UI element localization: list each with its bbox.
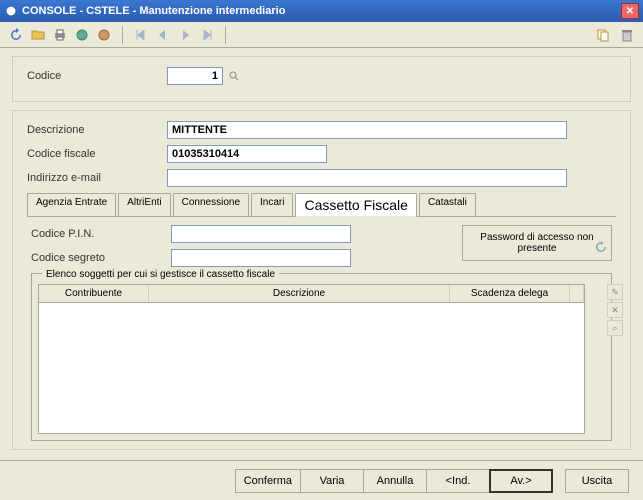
uscita-button[interactable]: Uscita	[565, 469, 629, 493]
elenco-grid[interactable]: Contribuente Descrizione Scadenza delega	[38, 284, 585, 434]
refresh-icon[interactable]	[6, 25, 26, 45]
tab-catastali[interactable]: Catastali	[419, 193, 476, 216]
pin-label: Codice P.I.N.	[31, 228, 171, 240]
conferma-button[interactable]: Conferma	[235, 469, 301, 493]
folder-icon[interactable]	[28, 25, 48, 45]
app-icon	[4, 4, 18, 18]
codice-input[interactable]	[167, 67, 223, 85]
nav-next-icon[interactable]	[175, 25, 195, 45]
refresh-password-icon[interactable]	[595, 241, 607, 256]
codice-label: Codice	[27, 70, 167, 82]
tabstrip: Agenzia Entrate AltriEnti Connessione In…	[27, 193, 616, 217]
password-status-box: Password di accesso non presente	[462, 225, 612, 261]
search-icon[interactable]	[227, 69, 241, 83]
tab-agenzia-entrate[interactable]: Agenzia Entrate	[27, 193, 116, 216]
codice-panel: Codice	[12, 56, 631, 102]
descrizione-label: Descrizione	[27, 124, 167, 136]
grid-delete-icon[interactable]: ✕	[607, 302, 623, 318]
nav-prev-icon[interactable]	[153, 25, 173, 45]
av-button[interactable]: Av.>	[489, 469, 553, 493]
descrizione-input[interactable]	[167, 121, 567, 139]
elenco-fieldset: Elenco soggetti per cui si gestisce il c…	[31, 273, 612, 441]
delete-icon[interactable]	[617, 25, 637, 45]
grid-side-toolbar: ✎ ✕ ⌕	[607, 284, 625, 336]
nav-first-icon[interactable]	[131, 25, 151, 45]
pin-input[interactable]	[171, 225, 351, 243]
grid-search-icon[interactable]: ⌕	[607, 320, 623, 336]
nav-last-icon[interactable]	[197, 25, 217, 45]
password-status-text: Password di accesso non presente	[480, 232, 593, 254]
tab-connessione[interactable]: Connessione	[173, 193, 249, 216]
grid-col-contribuente[interactable]: Contribuente	[39, 285, 149, 302]
action-icon[interactable]	[94, 25, 114, 45]
tab-altri-enti[interactable]: AltriEnti	[118, 193, 170, 216]
grid-col-scadenza[interactable]: Scadenza delega	[450, 285, 570, 302]
window-title: CONSOLE - CSTELE - Manutenzione intermed…	[22, 5, 621, 17]
codice-fiscale-input[interactable]	[167, 145, 327, 163]
globe-icon[interactable]	[72, 25, 92, 45]
grid-edit-icon[interactable]: ✎	[607, 284, 623, 300]
annulla-button[interactable]: Annulla	[363, 469, 427, 493]
toolbar	[0, 22, 643, 48]
elenco-title: Elenco soggetti per cui si gestisce il c…	[42, 269, 279, 280]
tab-cassetto-fiscale[interactable]: Cassetto Fiscale	[295, 193, 416, 217]
print-icon[interactable]	[50, 25, 70, 45]
email-label: Indirizzo e-mail	[27, 172, 167, 184]
titlebar: CONSOLE - CSTELE - Manutenzione intermed…	[0, 0, 643, 22]
tab-body: Password di accesso non presente Codice …	[27, 217, 616, 445]
email-input[interactable]	[167, 169, 567, 187]
copy-icon[interactable]	[593, 25, 613, 45]
footer: Conferma Varia Annulla <Ind. Av.> Uscita	[0, 460, 643, 500]
close-button[interactable]: ✕	[621, 3, 639, 19]
varia-button[interactable]: Varia	[300, 469, 364, 493]
content-area: Codice Descrizione Codice fiscale Indiri…	[0, 48, 643, 460]
ind-button[interactable]: <Ind.	[426, 469, 490, 493]
grid-col-descrizione[interactable]: Descrizione	[149, 285, 450, 302]
grid-col-spacer	[570, 285, 584, 302]
segreto-input[interactable]	[171, 249, 351, 267]
main-panel: Descrizione Codice fiscale Indirizzo e-m…	[12, 110, 631, 450]
segreto-label: Codice segreto	[31, 252, 171, 264]
codice-fiscale-label: Codice fiscale	[27, 148, 167, 160]
tab-incarichi[interactable]: Incari	[251, 193, 293, 216]
